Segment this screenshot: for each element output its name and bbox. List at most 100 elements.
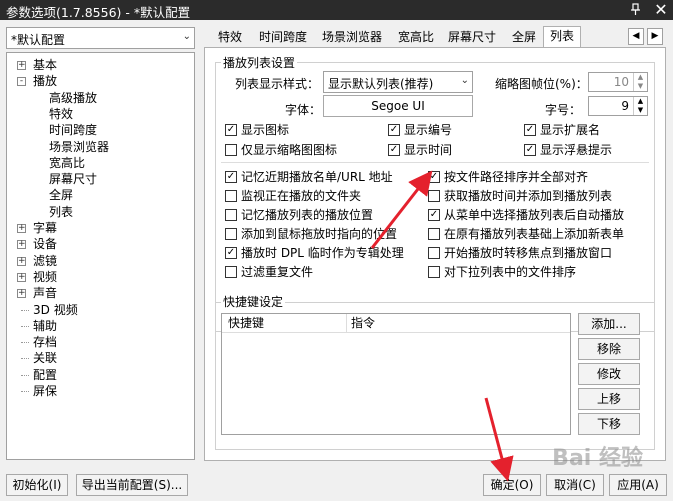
cancel-button[interactable]: 取消(C) [546, 474, 604, 496]
tab-2[interactable]: 场景浏览器 [316, 28, 388, 48]
font-button[interactable]: Segoe UI [323, 95, 473, 117]
tree-item[interactable]: 场景浏览器 [49, 139, 109, 155]
checkbox[interactable]: 过滤重复文件 [225, 264, 313, 280]
expand-icon[interactable]: + [17, 240, 26, 250]
tree-item[interactable]: 基本 [33, 57, 57, 73]
checkbox[interactable]: ✓ 显示扩展名 [524, 122, 600, 138]
checkmark-icon[interactable]: ✓ [388, 144, 400, 156]
tree-item[interactable]: 列表 [49, 204, 73, 220]
checkmark-icon[interactable]: ✓ [225, 124, 237, 136]
checkbox[interactable]: ✓ 显示时间 [388, 142, 452, 158]
font-size-spinner[interactable]: 9 ▲ ▼ [588, 96, 648, 116]
tree-item[interactable]: 辅助 [33, 318, 57, 334]
settings-tree[interactable]: 基本 + 播放 - 高级播放 特效 时间跨度 场景浏览器 宽高比 屏幕尺寸 全屏 列表 字幕 + 设备 + 滤镜… [6, 52, 195, 460]
checkbox[interactable]: 开始播放时转移焦点到播放窗口 [428, 245, 612, 261]
checkmark-icon[interactable]: ✓ [428, 171, 440, 183]
checkbox[interactable]: ✓ 显示图标 [225, 122, 289, 138]
checkbox[interactable]: ✓ 按文件路径排序并全部对齐 [428, 169, 588, 185]
spinner-arrows-icon[interactable]: ▲ ▼ [633, 73, 647, 91]
checkbox[interactable]: 监视正在播放的文件夹 [225, 188, 361, 204]
checkmark-icon[interactable]: ✓ [388, 124, 400, 136]
apply-button[interactable]: 应用(A) [609, 474, 667, 496]
tree-item[interactable]: 关联 [33, 350, 57, 366]
expand-icon[interactable]: + [17, 289, 26, 299]
close-icon[interactable]: ✕ [651, 0, 671, 20]
collapse-icon[interactable]: - [17, 77, 26, 87]
col-header-command[interactable]: 指令 [346, 314, 375, 332]
chevron-down-icon: ⌄ [182, 31, 191, 42]
checkbox-empty-icon[interactable] [225, 209, 237, 221]
tree-item[interactable]: 屏幕尺寸 [49, 171, 97, 187]
list-style-combo[interactable]: 显示默认列表(推荐) ⌄ [323, 71, 473, 93]
shortcut-button-1[interactable]: 移除 [578, 338, 640, 360]
tab-scroll-left-icon[interactable]: ◀ [628, 28, 644, 45]
shortcut-button-3[interactable]: 上移 [578, 388, 640, 410]
tree-item-label: 播放 [33, 74, 58, 89]
shortcut-button-4[interactable]: 下移 [578, 413, 640, 435]
checkbox[interactable]: ✓ 从菜单中选择播放列表后自动播放 [428, 207, 624, 223]
checkmark-icon[interactable]: ✓ [524, 144, 536, 156]
tree-item[interactable]: 字幕 [33, 220, 57, 236]
tree-item[interactable]: 宽高比 [49, 155, 85, 171]
checkmark-icon[interactable]: ✓ [225, 247, 237, 259]
tab-4[interactable]: 屏幕尺寸 [442, 28, 502, 48]
checkmark-icon[interactable]: ✓ [428, 209, 440, 221]
tree-item[interactable]: 屏保 [33, 383, 57, 399]
shortcut-button-2[interactable]: 修改 [578, 363, 640, 385]
shortcut-group-label: 快捷键设定 [221, 293, 286, 310]
tree-item[interactable]: 滤镜 [33, 253, 57, 269]
init-button[interactable]: 初始化(I) [6, 474, 68, 496]
checkbox[interactable]: ✓ 记忆近期播放名单/URL 地址 [225, 169, 393, 185]
tree-item[interactable]: 设备 [33, 236, 57, 252]
checkbox-empty-icon[interactable] [428, 228, 440, 240]
profile-combo[interactable]: *默认配置 ⌄ [6, 27, 195, 49]
tree-item[interactable]: 高级播放 [49, 90, 97, 106]
tree-item-label: 屏保 [33, 384, 58, 398]
tree-item[interactable]: 存档 [33, 334, 57, 350]
checkbox[interactable]: ✓ 显示浮悬提示 [524, 142, 612, 158]
pin-icon[interactable] [630, 3, 642, 16]
export-config-button[interactable]: 导出当前配置(S)... [76, 474, 188, 496]
tab-0[interactable]: 特效 [212, 28, 248, 48]
checkbox-empty-icon[interactable] [428, 247, 440, 259]
tab-1[interactable]: 时间跨度 [253, 28, 313, 48]
checkbox[interactable]: 对下拉列表中的文件排序 [428, 264, 576, 280]
thumb-fps-spinner[interactable]: 10 ▲ ▼ [588, 72, 648, 92]
checkmark-icon[interactable]: ✓ [225, 171, 237, 183]
checkbox[interactable]: 在原有播放列表基础上添加新表单 [428, 226, 624, 242]
shortcut-list[interactable]: 快捷键 指令 [221, 313, 571, 435]
checkbox-empty-icon[interactable] [428, 266, 440, 278]
checkbox[interactable]: ✓ 显示编号 [388, 122, 452, 138]
checkbox[interactable]: 添加到鼠标拖放时指向的位置 [225, 226, 397, 242]
tab-3[interactable]: 宽高比 [392, 28, 440, 48]
checkbox[interactable]: 记忆播放列表的播放位置 [225, 207, 373, 223]
tree-item[interactable]: 3D 视频 [33, 302, 78, 318]
tab-5[interactable]: 全屏 [506, 28, 542, 48]
expand-icon[interactable]: + [17, 61, 26, 70]
tab-scroll-right-icon[interactable]: ▶ [647, 28, 663, 45]
tree-item[interactable]: 配置 [33, 367, 57, 383]
expand-icon[interactable]: + [17, 224, 26, 233]
checkbox-empty-icon[interactable] [225, 190, 237, 202]
tree-item[interactable]: 时间跨度 [49, 122, 97, 138]
checkbox[interactable]: ✓ 播放时 DPL 临时作为专辑处理 [225, 245, 404, 261]
checkbox[interactable]: 获取播放时间并添加到播放列表 [428, 188, 612, 204]
tree-item[interactable]: 特效 [49, 106, 73, 122]
checkmark-icon[interactable]: ✓ [524, 124, 536, 136]
col-header-key[interactable]: 快捷键 [228, 314, 264, 332]
checkbox-empty-icon[interactable] [428, 190, 440, 202]
tree-item[interactable]: 视频 [33, 269, 57, 285]
expand-icon[interactable]: + [17, 256, 26, 266]
tree-item[interactable]: 声音 [33, 285, 57, 301]
expand-icon[interactable]: + [17, 272, 26, 282]
checkbox-empty-icon[interactable] [225, 266, 237, 278]
shortcut-button-0[interactable]: 添加... [578, 313, 640, 335]
checkbox-empty-icon[interactable] [225, 228, 237, 240]
spinner-arrows-icon[interactable]: ▲ ▼ [633, 97, 647, 115]
ok-button[interactable]: 确定(O) [483, 474, 541, 496]
tree-item[interactable]: 播放 [33, 73, 57, 89]
tree-item[interactable]: 全屏 [49, 187, 73, 203]
checkbox-empty-icon[interactable] [225, 144, 237, 156]
tab-6[interactable]: 列表 [543, 26, 582, 48]
checkbox[interactable]: 仅显示缩略图图标 [225, 142, 337, 158]
